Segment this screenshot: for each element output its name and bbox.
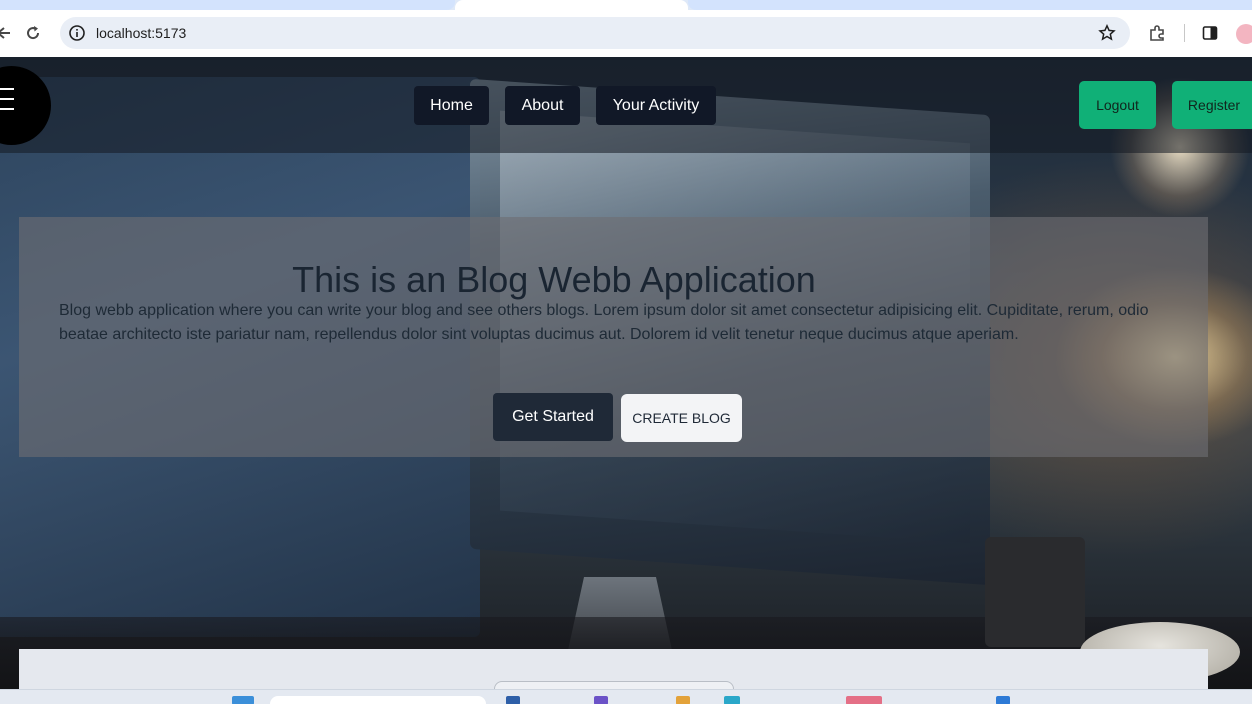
background-mug bbox=[985, 537, 1085, 647]
info-icon[interactable] bbox=[68, 24, 86, 42]
side-panel-icon[interactable] bbox=[1201, 24, 1219, 42]
site-logo[interactable] bbox=[0, 66, 51, 145]
register-button[interactable]: Register bbox=[1172, 81, 1252, 129]
browser-tab-strip bbox=[0, 0, 1252, 10]
toolbar-divider bbox=[1184, 24, 1185, 42]
section-card-top bbox=[494, 681, 734, 689]
nav-about-button[interactable]: About bbox=[505, 86, 580, 125]
address-bar[interactable]: localhost:5173 bbox=[60, 17, 1130, 49]
taskbar-app-icon[interactable] bbox=[676, 696, 690, 704]
nav-home-button[interactable]: Home bbox=[414, 86, 489, 125]
back-icon[interactable] bbox=[0, 24, 12, 42]
taskbar-search[interactable] bbox=[270, 696, 486, 704]
logout-button[interactable]: Logout bbox=[1079, 81, 1156, 129]
logo-mark bbox=[0, 80, 30, 118]
create-blog-button[interactable]: CREATE BLOG bbox=[621, 394, 742, 442]
url-text[interactable]: localhost:5173 bbox=[96, 25, 186, 41]
taskbar-app-icon[interactable] bbox=[594, 696, 608, 704]
get-started-button[interactable]: Get Started bbox=[493, 393, 613, 441]
hero-description: Blog webb application where you can writ… bbox=[59, 302, 1149, 343]
taskbar-app-icon[interactable] bbox=[506, 696, 520, 704]
nav-your-activity-button[interactable]: Your Activity bbox=[596, 86, 716, 125]
inactive-tab-left[interactable] bbox=[0, 0, 455, 10]
active-tab[interactable] bbox=[455, 0, 688, 10]
taskbar-app-icon[interactable] bbox=[846, 696, 882, 704]
profile-avatar[interactable] bbox=[1236, 24, 1252, 44]
hero-title: This is an Blog Webb Application bbox=[292, 259, 816, 300]
os-taskbar bbox=[0, 689, 1252, 704]
page-viewport: Home About Your Activity Logout Register… bbox=[0, 57, 1252, 689]
inactive-tab-right[interactable] bbox=[688, 0, 1252, 10]
hero-card: This is an Blog Webb Application Blog we… bbox=[19, 217, 1208, 457]
content-section bbox=[19, 649, 1208, 689]
browser-toolbar: localhost:5173 bbox=[0, 10, 1252, 57]
start-icon[interactable] bbox=[232, 696, 254, 704]
bookmark-star-icon[interactable] bbox=[1098, 23, 1116, 42]
taskbar-app-icon[interactable] bbox=[996, 696, 1010, 704]
site-header: Home About Your Activity Logout Register bbox=[0, 57, 1252, 153]
extensions-icon[interactable] bbox=[1148, 24, 1166, 42]
taskbar-app-icon[interactable] bbox=[724, 696, 740, 704]
reload-icon[interactable] bbox=[24, 24, 42, 42]
